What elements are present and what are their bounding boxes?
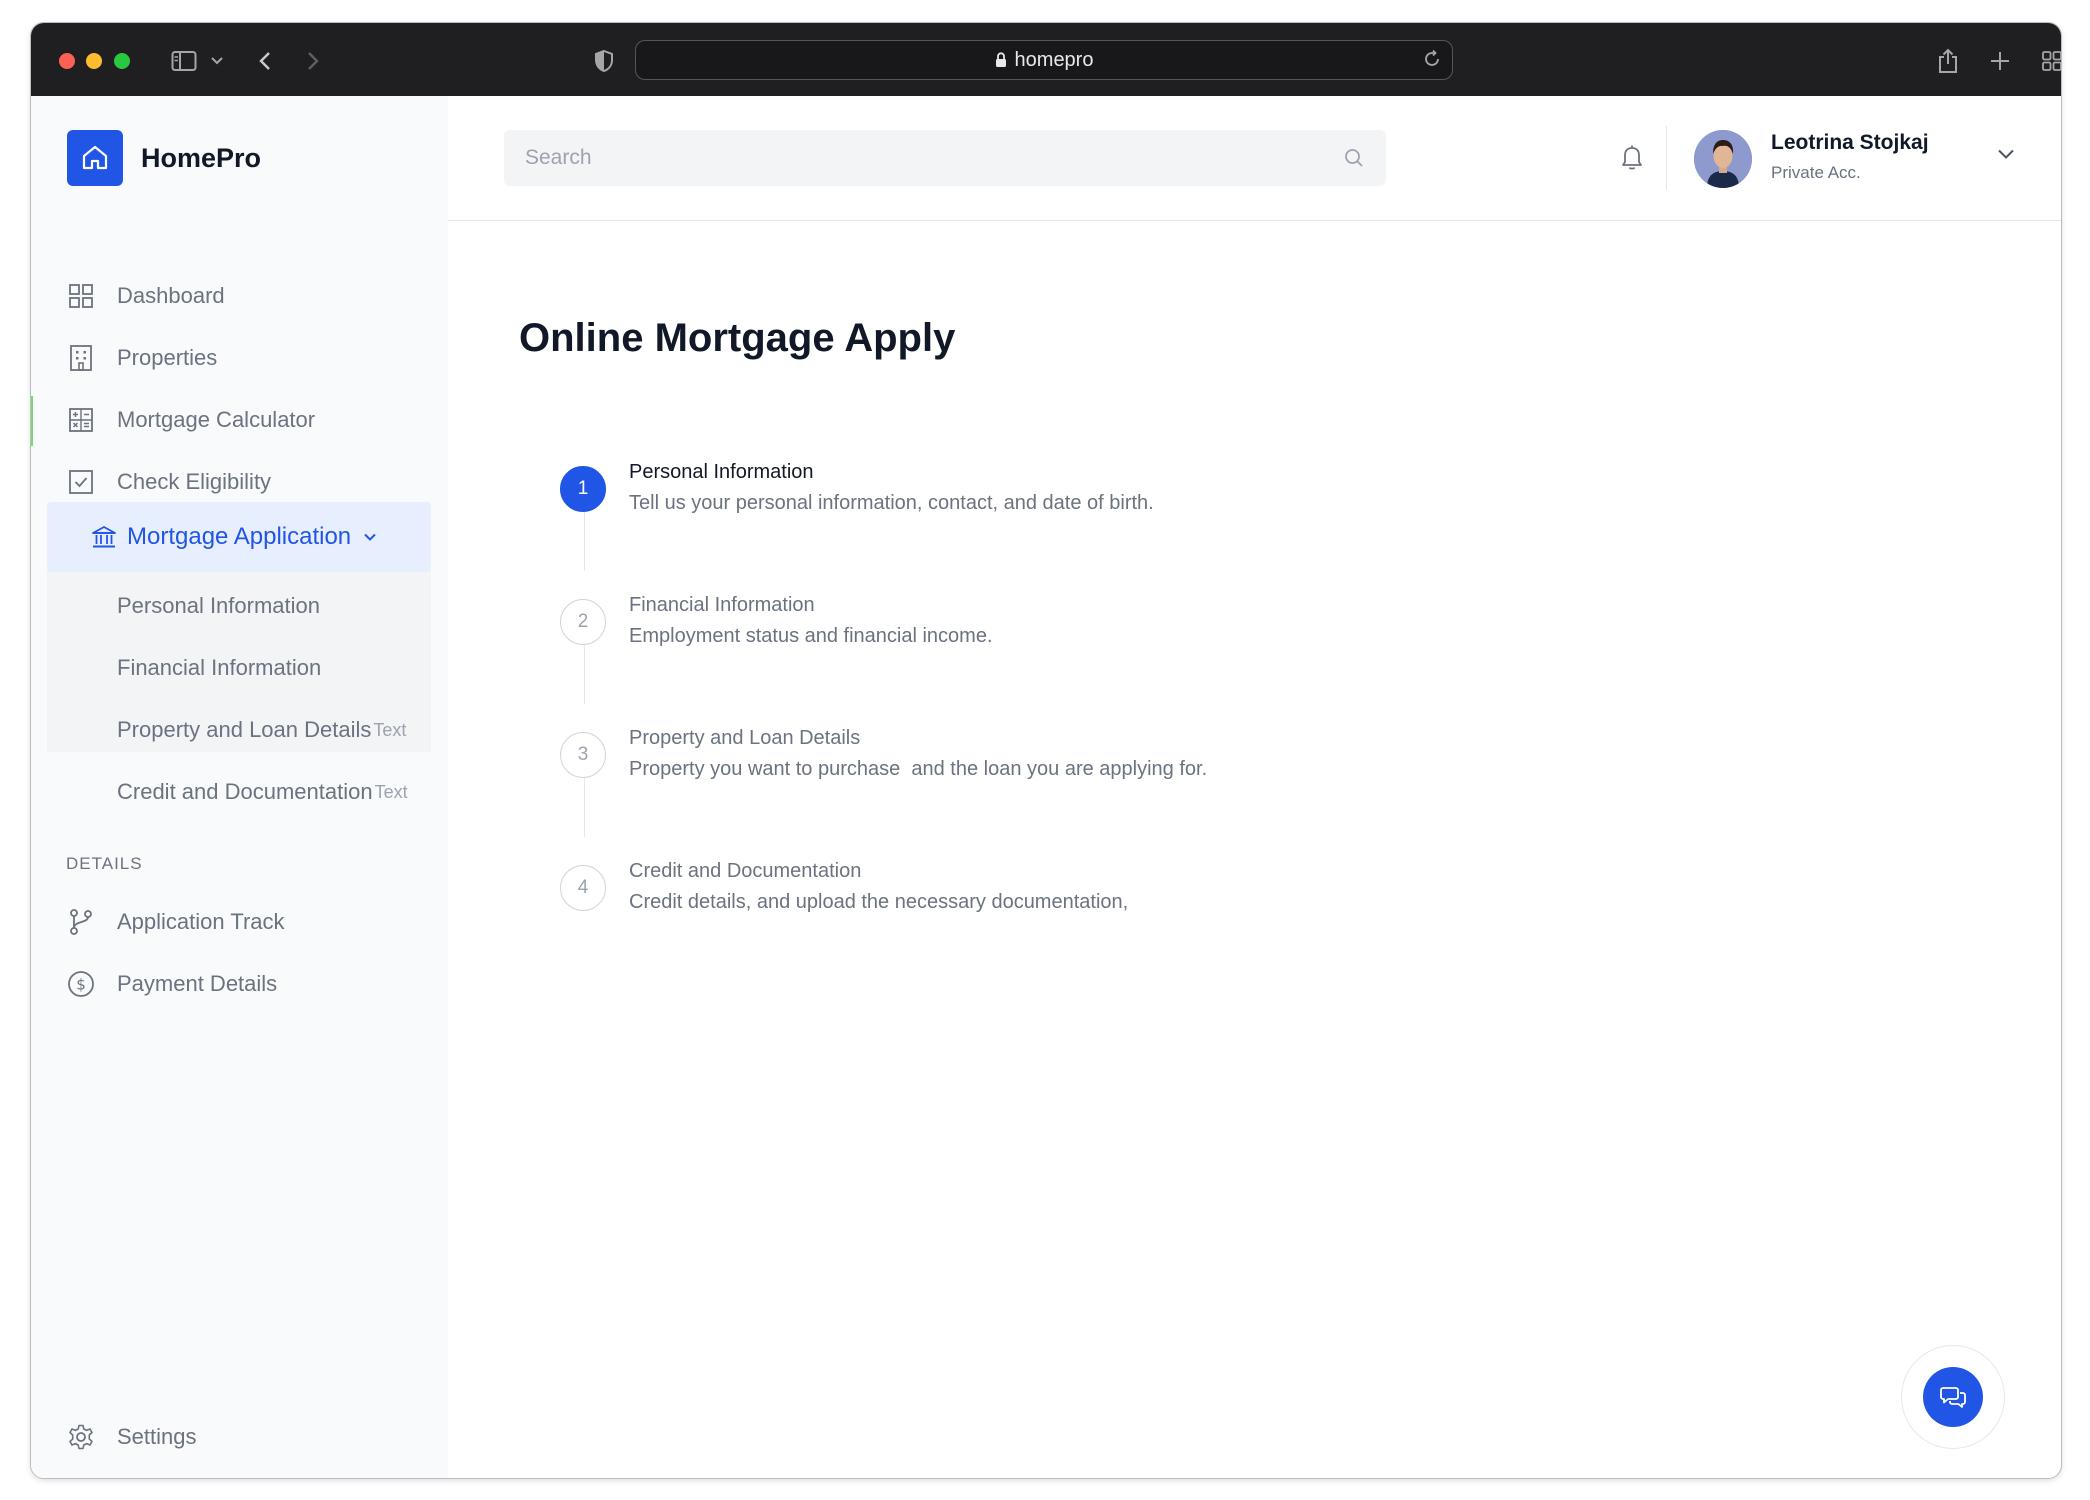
step-3-description: Property you want to purchase and the lo… (629, 758, 1208, 780)
step-2-indicator[interactable]: 2 (560, 599, 606, 645)
search-input[interactable] (504, 130, 1386, 186)
gear-icon (67, 1423, 95, 1451)
subnav-label: Financial Information (117, 655, 322, 680)
step-4-indicator[interactable]: 4 (560, 865, 606, 911)
nav-item-label: Mortgage Calculator (117, 407, 316, 432)
logo[interactable] (67, 130, 123, 186)
grid-icon (67, 282, 95, 310)
page-title: Online Mortgage Apply (519, 316, 956, 360)
subnav-tag: Text (373, 719, 407, 740)
sidebar: HomePro Dashboard Properties Mortgage Ca… (31, 96, 448, 1478)
bank-icon (91, 524, 117, 550)
nav-item-payment-details[interactable]: $ Payment Details (67, 964, 277, 1004)
building-icon (67, 344, 95, 372)
chat-button[interactable] (1923, 1367, 1983, 1427)
nav-item-properties[interactable]: Properties (67, 338, 217, 378)
home-icon (80, 143, 110, 173)
nav-item-label: Properties (117, 345, 218, 370)
nav-item-mortgage-calculator[interactable]: Mortgage Calculator (67, 400, 315, 440)
subnav-property-loan-details[interactable]: Property and Loan Details Text (117, 710, 406, 750)
header-divider (1666, 126, 1667, 190)
subnav-personal-information[interactable]: Personal Information (117, 586, 320, 626)
subnav-credit-documentation[interactable]: Credit and Documentation Text (117, 772, 408, 812)
browser-titlebar: homepro (31, 23, 2061, 96)
nav-item-label: Dashboard (117, 283, 225, 308)
maximize-window-button[interactable] (114, 53, 130, 69)
nav-item-label: Settings (117, 1424, 197, 1449)
forward-icon[interactable] (301, 45, 325, 77)
new-tab-icon[interactable] (1987, 45, 2013, 77)
user-name: Leotrina Stojkaj (1771, 131, 1929, 154)
nav-item-label: Check Eligibility (117, 469, 272, 494)
app-name: HomePro (141, 143, 262, 173)
chevron-down-icon[interactable] (207, 45, 227, 77)
subnav-tag: Text (374, 781, 408, 802)
svg-text:$: $ (76, 976, 86, 994)
dollar-circle-icon: $ (67, 970, 95, 998)
nav-item-label: Application Track (117, 909, 285, 934)
calculator-icon (67, 406, 95, 434)
step-2-description: Employment status and financial income. (629, 625, 993, 647)
nav-item-settings[interactable]: Settings (67, 1417, 197, 1457)
nav-item-application-track[interactable]: Application Track (67, 902, 285, 942)
branch-icon (67, 908, 95, 936)
subnav-financial-information[interactable]: Financial Information (117, 648, 321, 688)
step-4-title[interactable]: Credit and Documentation (629, 860, 861, 883)
edge-marker (31, 396, 33, 446)
close-window-button[interactable] (59, 53, 75, 69)
nav-item-label: Mortgage Application (127, 523, 352, 550)
sidebar-toggle-icon[interactable] (169, 45, 199, 77)
subnav-label: Property and Loan Details (117, 717, 372, 742)
reload-icon[interactable] (1422, 49, 1442, 74)
search-icon[interactable] (1343, 147, 1365, 169)
step-1-description: Tell us your personal information, conta… (629, 492, 1154, 514)
step-1-indicator[interactable]: 1 (560, 466, 606, 512)
avatar[interactable] (1694, 130, 1752, 188)
nav-item-mortgage-application[interactable]: Mortgage Application (47, 502, 431, 572)
top-header: Leotrina Stojkaj Private Acc. (448, 96, 2061, 221)
section-label-details: DETAILS (66, 854, 143, 873)
address-text: homepro (1014, 48, 1094, 71)
notification-bell-icon[interactable] (1620, 143, 1644, 171)
nav-item-check-eligibility[interactable]: Check Eligibility (67, 462, 271, 502)
minimize-window-button[interactable] (86, 53, 102, 69)
back-icon[interactable] (253, 45, 277, 77)
privacy-shield-icon[interactable] (591, 45, 617, 77)
browser-window: homepro HomePro Dashboard Properties Mor… (30, 22, 2062, 1479)
chevron-down-icon (363, 532, 377, 542)
step-3-title[interactable]: Property and Loan Details (629, 727, 860, 750)
tab-overview-icon[interactable] (2039, 45, 2061, 77)
subnav-label: Personal Information (117, 593, 320, 618)
step-2-title[interactable]: Financial Information (629, 594, 815, 617)
address-bar[interactable]: homepro (635, 40, 1453, 80)
share-icon[interactable] (1935, 45, 1961, 77)
step-3-indicator[interactable]: 3 (560, 732, 606, 778)
step-1-title[interactable]: Personal Information (629, 461, 814, 484)
nav-item-dashboard[interactable]: Dashboard (67, 276, 225, 316)
checkbox-icon (67, 468, 95, 496)
lock-icon (995, 52, 1007, 68)
subnav-label: Credit and Documentation (117, 779, 373, 804)
chevron-down-icon[interactable] (1996, 147, 2016, 161)
chat-bubbles-icon (1938, 1382, 1968, 1412)
step-4-description: Credit details, and upload the necessary… (629, 891, 1129, 913)
user-account-type: Private Acc. (1771, 163, 1861, 182)
nav-item-label: Payment Details (117, 971, 278, 996)
